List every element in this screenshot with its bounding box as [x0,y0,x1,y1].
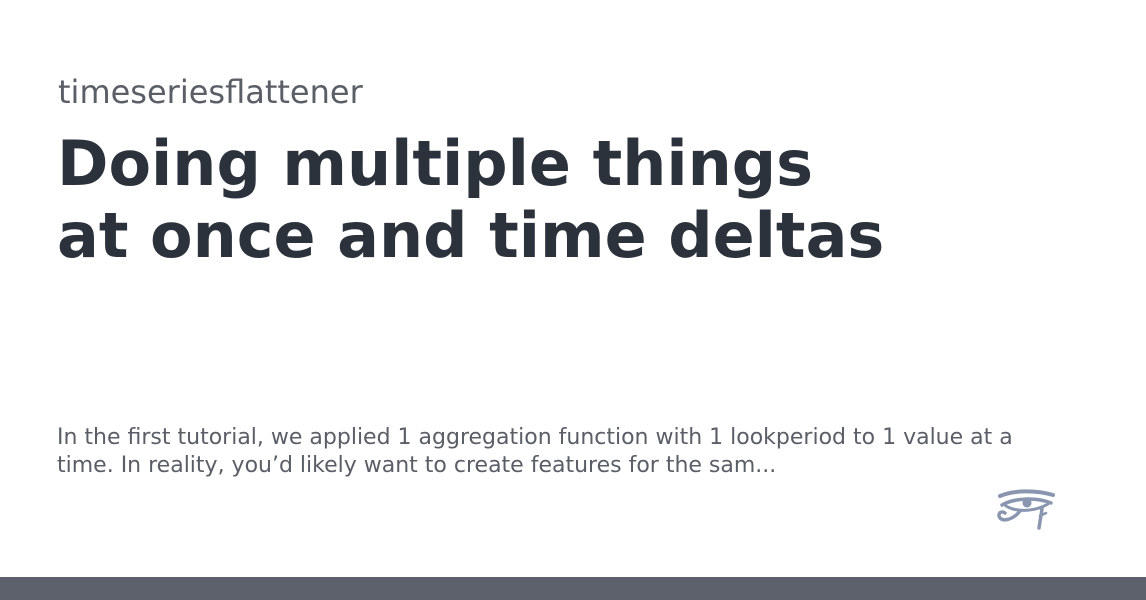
site-name: timeseriesflattener [58,73,363,111]
social-preview-card: timeseriesflattener Doing multiple thing… [0,0,1146,600]
page-title: Doing multiple things at once and time d… [57,127,885,272]
page-description: In the first tutorial, we applied 1 aggr… [57,425,1013,478]
bottom-bar [0,577,1146,600]
eye-of-horus-icon [997,489,1055,530]
